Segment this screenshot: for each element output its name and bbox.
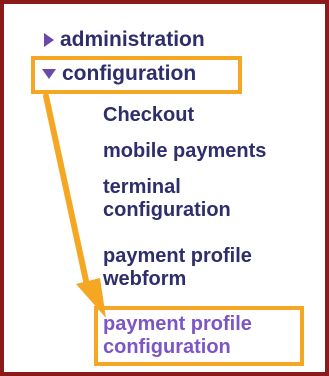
pointer-arrow xyxy=(43,93,106,318)
arrow-shaft xyxy=(43,93,91,293)
arrow-head xyxy=(76,278,106,318)
